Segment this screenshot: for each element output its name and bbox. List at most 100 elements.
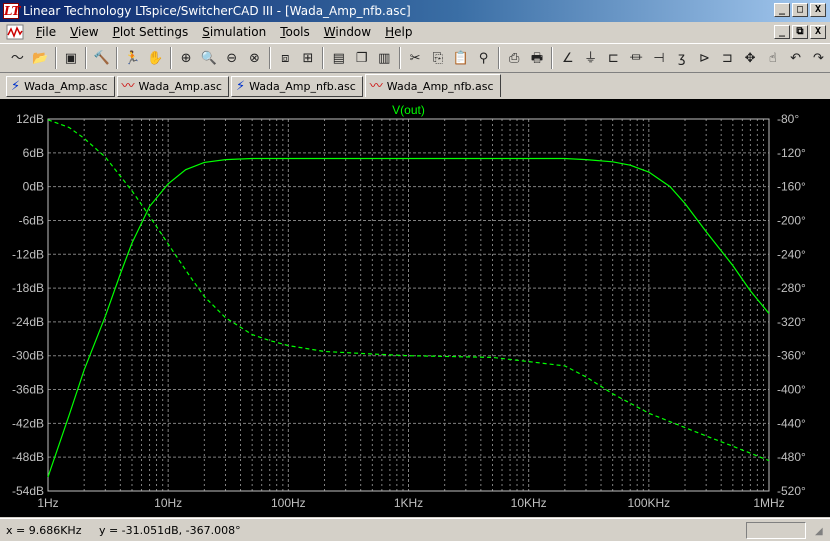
- menu-window[interactable]: Window: [317, 25, 378, 39]
- print-icon[interactable]: ⎙: [503, 47, 525, 69]
- control-panel-icon[interactable]: 🔨: [91, 47, 113, 69]
- y-right-tick-label: -440°: [777, 416, 806, 430]
- schematic-icon: ⚡: [11, 79, 21, 94]
- tile-horizontal-icon[interactable]: ▤: [328, 47, 350, 69]
- schematic-icon: ⚡: [235, 79, 246, 94]
- x-tick-label: 10KHz: [511, 496, 547, 510]
- doc-close-button[interactable]: X: [810, 25, 826, 39]
- label-icon[interactable]: ⊏: [602, 47, 624, 69]
- y-right-tick-label: -240°: [777, 247, 806, 261]
- y-right-tick-label: -120°: [777, 146, 806, 160]
- y-left-tick-label: 12dB: [16, 112, 44, 126]
- y-right-tick-label: -160°: [777, 180, 806, 194]
- menu-file[interactable]: File: [29, 25, 63, 39]
- save-icon[interactable]: ▣: [60, 47, 82, 69]
- menu-view[interactable]: View: [63, 25, 105, 39]
- move-icon[interactable]: ✥: [739, 47, 761, 69]
- menu-bar: File View Plot Settings Simulation Tools Wind…: [0, 22, 830, 42]
- x-tick-label: 1KHz: [394, 496, 423, 510]
- undo-icon[interactable]: ↶: [785, 47, 807, 69]
- tab-wave-1[interactable]: 〰 Wada_Amp.asc: [116, 76, 229, 97]
- capacitor-icon[interactable]: ⊣: [648, 47, 670, 69]
- copy-icon[interactable]: ⎘: [427, 47, 449, 69]
- y-right-tick-label: -520°: [777, 484, 806, 498]
- zoom-cancel-icon[interactable]: ⊗: [244, 47, 266, 69]
- y-left-tick-label: -18dB: [12, 281, 44, 295]
- toolbar-separator: [497, 47, 500, 69]
- y-right-tick-label: -400°: [777, 383, 806, 397]
- diode-icon[interactable]: ⊳: [694, 47, 716, 69]
- tab-sch-0[interactable]: ⚡ Wada_Amp.asc: [6, 76, 115, 97]
- menu-tools[interactable]: Tools: [273, 25, 317, 39]
- maximize-button[interactable]: □: [792, 3, 808, 17]
- open-icon[interactable]: 📂: [29, 47, 51, 69]
- x-tick-label: 1MHz: [753, 496, 784, 510]
- resize-grip-icon[interactable]: ◢: [815, 526, 827, 538]
- wire-icon[interactable]: ∠: [557, 47, 579, 69]
- drag-icon[interactable]: ☝: [762, 47, 784, 69]
- y-left-tick-label: -36dB: [12, 383, 44, 397]
- y-left-tick-label: -12dB: [12, 247, 44, 261]
- close-button[interactable]: X: [810, 3, 826, 17]
- zoom-out-icon[interactable]: ⊖: [221, 47, 243, 69]
- autorange-y-icon[interactable]: ⊞: [297, 47, 319, 69]
- menu-simulation[interactable]: Simulation: [195, 25, 273, 39]
- ground-icon[interactable]: ⏚: [580, 47, 602, 69]
- zoom-in-icon[interactable]: ⊕: [175, 47, 197, 69]
- doc-restore-button[interactable]: ⧉: [792, 25, 808, 39]
- tab-label: Wada_Amp_nfb.asc: [249, 80, 356, 93]
- component-icon[interactable]: ⊐: [716, 47, 738, 69]
- tab-label: Wada_Amp.asc: [138, 80, 222, 93]
- ltspice-logo-icon[interactable]: LT: [3, 3, 20, 19]
- x-tick-label: 1Hz: [37, 496, 58, 510]
- title-bar: LT Linear Technology LTspice/SwitcherCAD…: [0, 0, 830, 22]
- window-controls: _ □ X: [774, 3, 826, 17]
- toolbar-separator: [551, 47, 554, 69]
- waveform-chart[interactable]: 1Hz 10Hz 100Hz 1KHz 10KHz 100KHz 1MHz 12dB 6dB 0d…: [0, 99, 830, 517]
- tile-vertical-icon[interactable]: ▥: [373, 47, 395, 69]
- resistor-icon[interactable]: ⏛: [625, 47, 647, 69]
- y-left-tick-label: -54dB: [12, 484, 44, 498]
- y-left-tick-label: 0dB: [23, 180, 44, 194]
- cut-icon[interactable]: ✂: [404, 47, 426, 69]
- toolbar-separator: [169, 47, 172, 69]
- cursor-readout: x = 9.686KHz y = -31.051dB, -367.008°: [6, 523, 241, 537]
- minimize-button[interactable]: _: [774, 3, 790, 17]
- y-left-tick-label: -6dB: [19, 213, 44, 227]
- print-preview-icon[interactable]: 🖶: [526, 47, 548, 69]
- paste-icon[interactable]: 📋: [450, 47, 472, 69]
- x-tick-label: 100KHz: [627, 496, 670, 510]
- document-window-controls: _ ⧉ X: [774, 25, 826, 39]
- doc-minimize-button[interactable]: _: [774, 25, 790, 39]
- status-panel: [746, 522, 806, 539]
- y-left-tick-label: -30dB: [12, 349, 44, 363]
- waveform-icon: 〰: [121, 79, 135, 94]
- toolbar-separator: [116, 47, 119, 69]
- run-icon[interactable]: 🏃: [122, 47, 144, 69]
- tab-label: Wada_Amp_nfb.asc: [386, 79, 494, 93]
- y-left-tick-label: 6dB: [23, 146, 44, 160]
- toolbar-separator: [398, 47, 401, 69]
- x-tick-label: 100Hz: [271, 496, 306, 510]
- waveform-doc-icon[interactable]: [6, 24, 24, 40]
- y-right-tick-label: -480°: [777, 450, 806, 464]
- tab-sch-2[interactable]: ⚡ Wada_Amp_nfb.asc: [230, 76, 363, 97]
- menu-plot-settings[interactable]: Plot Settings: [106, 25, 196, 39]
- tab-wave-3[interactable]: 〰 Wada_Amp_nfb.asc: [364, 74, 501, 97]
- x-tick-label: 10Hz: [154, 496, 182, 510]
- cascade-icon[interactable]: ❐: [351, 47, 373, 69]
- halt-icon[interactable]: ✋: [144, 47, 166, 69]
- autorange-icon[interactable]: ⧈: [274, 47, 296, 69]
- y-right-tick-label: -320°: [777, 315, 806, 329]
- menu-help[interactable]: Help: [378, 25, 419, 39]
- tab-label: Wada_Amp.asc: [24, 80, 108, 93]
- toolbar-separator: [54, 47, 57, 69]
- waveform-plot[interactable]: 1Hz 10Hz 100Hz 1KHz 10KHz 100KHz 1MHz 12dB 6dB 0d…: [0, 99, 830, 517]
- redo-icon[interactable]: ↷: [808, 47, 830, 69]
- y-right-tick-label: -360°: [777, 349, 806, 363]
- waveform-icon: 〰: [369, 78, 383, 94]
- zoom-area-icon[interactable]: 🔍: [198, 47, 220, 69]
- inductor-icon[interactable]: ʒ: [671, 47, 693, 69]
- waveform-icon[interactable]: 〜: [7, 47, 29, 69]
- find-icon[interactable]: ⚲: [473, 47, 495, 69]
